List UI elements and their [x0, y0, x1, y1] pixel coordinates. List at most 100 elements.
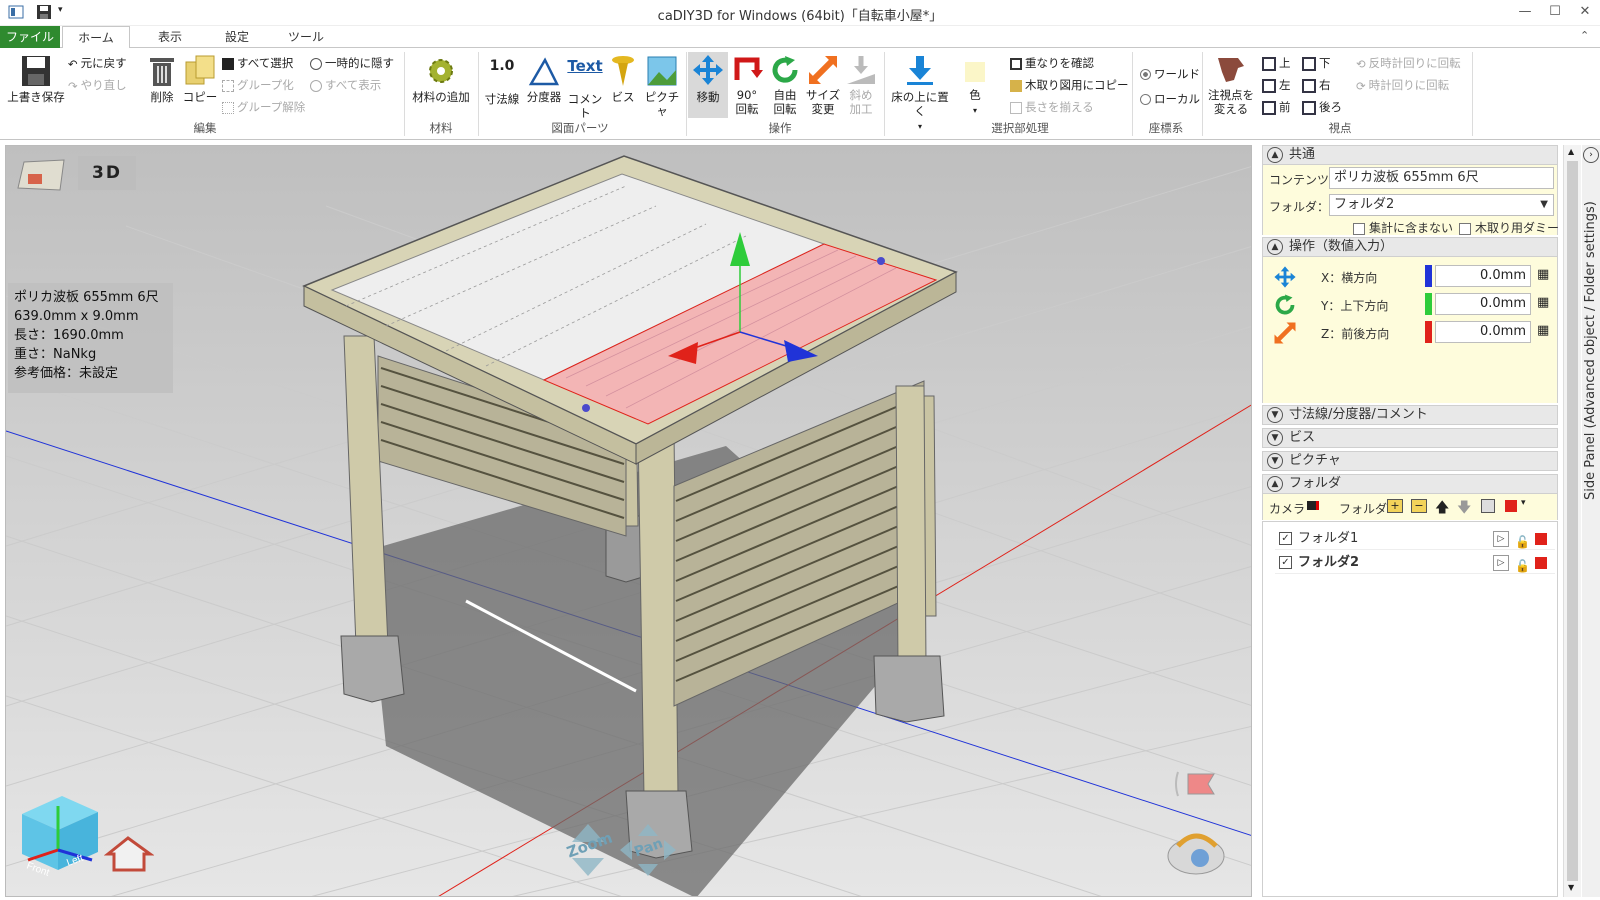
save-button[interactable]: 上書き保存: [6, 54, 66, 104]
picture-section-header[interactable]: ▼ ピクチャ: [1262, 451, 1558, 471]
pan-control[interactable]: Pan: [618, 822, 678, 878]
view-top-button[interactable]: 上: [1262, 54, 1291, 72]
remove-folder-icon[interactable]: −: [1411, 499, 1427, 513]
tab-settings[interactable]: 設定: [207, 26, 267, 48]
folder-color-icon[interactable]: [1505, 500, 1517, 512]
copy-folder-icon[interactable]: [1481, 499, 1495, 513]
local-radio[interactable]: ローカル: [1140, 90, 1200, 108]
picture-button[interactable]: ピクチャ: [642, 54, 682, 118]
camera-reset-icon[interactable]: [1164, 822, 1228, 878]
comment-button[interactable]: Text コメント: [565, 54, 605, 120]
screw-button[interactable]: ビス: [606, 54, 640, 104]
show-all-button[interactable]: すべて表示: [310, 76, 381, 94]
group-button[interactable]: グループ化: [222, 76, 294, 94]
add-folder-icon[interactable]: +: [1387, 499, 1403, 513]
scroll-up-icon[interactable]: ▲: [1568, 147, 1574, 156]
x-input[interactable]: 0.0mm: [1435, 265, 1531, 287]
slant-cut-button[interactable]: 斜め 加工: [842, 54, 880, 116]
ungroup-button[interactable]: グループ解除: [222, 98, 305, 116]
folder-list: ✓ フォルダ1 ▷ 🔓 ✓ フォルダ2 ▷ 🔓: [1262, 521, 1558, 897]
tab-home[interactable]: ホーム: [62, 26, 130, 49]
y-color-bar: [1425, 293, 1432, 315]
redo-button[interactable]: ↷ やり直し: [68, 76, 127, 94]
folder-color-swatch[interactable]: [1535, 533, 1547, 545]
protractor-button[interactable]: 分度器: [524, 54, 564, 104]
orientation-cube[interactable]: Front Left: [12, 786, 102, 876]
common-section-body: コンテンツ： ポリカ波板 655mm 6尺 フォルダ： フォルダ2 ▼ 集計に含ま…: [1262, 165, 1559, 236]
undo-button[interactable]: ↶ 元に戻す: [68, 54, 127, 72]
3d-view-icon[interactable]: [14, 156, 70, 196]
rotate90-button[interactable]: 90° 回転: [728, 54, 766, 116]
view-left-button[interactable]: 左: [1262, 76, 1291, 94]
select-all-button[interactable]: すべて選択: [222, 54, 293, 72]
check-icon[interactable]: ✓: [1279, 556, 1292, 569]
dimension-button[interactable]: 1.0 寸法線: [482, 54, 522, 106]
scroll-thumb[interactable]: [1567, 161, 1578, 881]
dimension-section-header[interactable]: ▼ 寸法線/分度器/コメント: [1262, 405, 1558, 425]
tab-view[interactable]: 表示: [140, 26, 200, 48]
operation-section-header[interactable]: ▲ 操作（数値入力）: [1262, 237, 1558, 257]
arrow-down-icon[interactable]: 🡇: [1457, 497, 1471, 521]
color-button[interactable]: 色 ▾: [960, 54, 990, 118]
minimize-button[interactable]: —: [1515, 3, 1535, 21]
check-icon[interactable]: ✓: [1279, 532, 1292, 545]
calculator-icon[interactable]: ▦: [1537, 295, 1549, 310]
dummy-cut-checkbox[interactable]: 木取り用ダミー: [1459, 219, 1559, 236]
z-input[interactable]: 0.0mm: [1435, 321, 1531, 343]
scroll-down-icon[interactable]: ▼: [1568, 883, 1574, 892]
check-overlap-button[interactable]: 重なりを確認: [1010, 54, 1094, 72]
rotate-cw-button[interactable]: ⟳ 時計回りに回転: [1356, 76, 1449, 94]
view-bottom-button[interactable]: 下: [1302, 54, 1331, 72]
change-target-button[interactable]: 注視点を 変える: [1206, 54, 1256, 116]
folder-row[interactable]: ✓ フォルダ2 ▷ 🔓: [1275, 552, 1555, 574]
zoom-control[interactable]: Zoom: [558, 822, 618, 878]
world-radio[interactable]: ワールド: [1140, 65, 1200, 83]
side-panel-scrollbar[interactable]: ▲ ▼: [1563, 145, 1581, 897]
folder-color-swatch[interactable]: [1535, 557, 1547, 569]
add-material-button[interactable]: 材料の追加: [410, 54, 472, 104]
play-icon[interactable]: ▷: [1493, 531, 1509, 547]
free-rotate-button[interactable]: 自由 回転: [766, 54, 804, 116]
folder-row[interactable]: ✓ フォルダ1 ▷ 🔓: [1275, 528, 1555, 550]
cube-bottom-icon: [1302, 56, 1316, 71]
folder-section-header[interactable]: ▲ フォルダ: [1262, 474, 1558, 494]
info-name: ポリカ波板 655mm 6尺: [14, 290, 159, 305]
3d-scene[interactable]: [6, 146, 1252, 897]
screw-section-header[interactable]: ▼ ビス: [1262, 428, 1558, 448]
arrow-up-icon[interactable]: 🡅: [1435, 497, 1449, 521]
flag-marker-icon[interactable]: [1174, 766, 1224, 802]
tab-tools[interactable]: ツール: [276, 26, 336, 48]
exclude-total-checkbox[interactable]: 集計に含まない: [1353, 219, 1453, 236]
play-icon[interactable]: ▷: [1493, 555, 1509, 571]
lock-icon[interactable]: 🔓: [1515, 555, 1530, 577]
rotate-ccw-button[interactable]: ⟲ 反時計回りに回転: [1356, 54, 1461, 72]
content-field[interactable]: ポリカ波板 655mm 6尺: [1329, 167, 1554, 189]
delete-button[interactable]: 削除: [144, 54, 180, 104]
lock-icon[interactable]: 🔓: [1515, 531, 1530, 553]
view-right-button[interactable]: 右: [1302, 76, 1331, 94]
copy-for-cutting-button[interactable]: 木取り図用にコピー: [1010, 76, 1129, 94]
calculator-icon[interactable]: ▦: [1537, 323, 1549, 338]
tab-file[interactable]: ファイル: [0, 26, 60, 48]
view-front-button[interactable]: 前: [1262, 98, 1291, 116]
common-section-header[interactable]: ▲ 共通: [1262, 145, 1558, 165]
calculator-icon[interactable]: ▦: [1537, 267, 1549, 282]
ribbon-collapse-icon[interactable]: ⌃: [1580, 29, 1589, 42]
y-input[interactable]: 0.0mm: [1435, 293, 1531, 315]
copy-button[interactable]: コピー: [182, 54, 218, 104]
resize-button[interactable]: サイズ 変更: [804, 54, 842, 116]
3d-viewport[interactable]: 3D ポリカ波板 655mm 6尺 639.0mm x 9.0mm 長さ：169…: [5, 145, 1252, 897]
folder-select[interactable]: フォルダ2 ▼: [1329, 194, 1554, 216]
home-view-icon[interactable]: [104, 834, 154, 874]
camera-icon[interactable]: [1307, 501, 1319, 510]
hide-temp-button[interactable]: 一時的に隠す: [310, 54, 394, 72]
maximize-button[interactable]: ☐: [1545, 3, 1565, 21]
view-back-button[interactable]: 後ろ: [1302, 98, 1342, 116]
folder-color-dropdown-icon[interactable]: ▾: [1521, 498, 1526, 508]
move-button[interactable]: 移動: [688, 52, 728, 118]
dimension-icon: 1.0: [489, 58, 515, 74]
place-on-floor-button[interactable]: 床の上に置く ▾: [888, 54, 952, 134]
close-button[interactable]: ✕: [1575, 3, 1595, 21]
group-label-selection: 選択部処理: [991, 121, 1049, 135]
align-length-button[interactable]: 長さを揃える: [1010, 98, 1094, 116]
